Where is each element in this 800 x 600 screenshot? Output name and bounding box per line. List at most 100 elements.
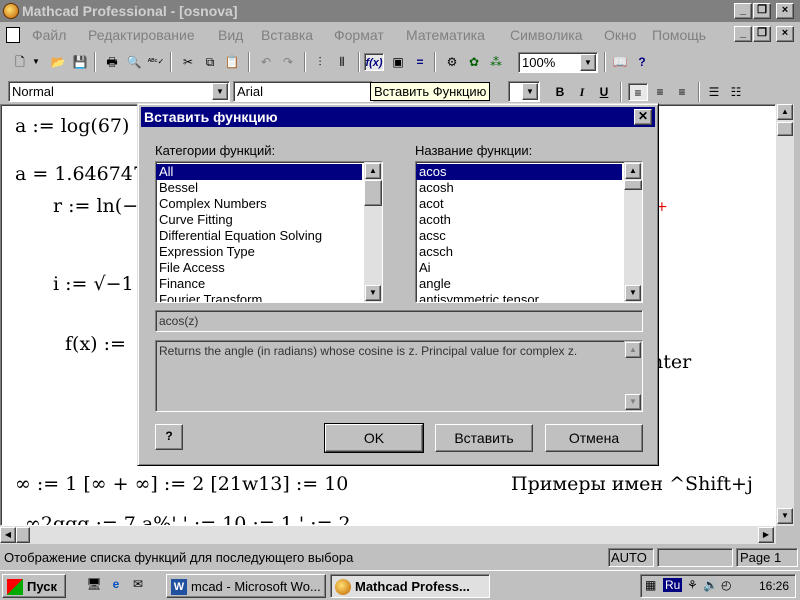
- align-right-icon[interactable]: ≡: [672, 83, 692, 101]
- clock-time[interactable]: 16:26: [759, 579, 789, 593]
- menu-edit[interactable]: Редактирование: [88, 27, 195, 43]
- categories-scroll-thumb[interactable]: [364, 180, 382, 206]
- text-name-examples[interactable]: Примеры имен ^Shift+j: [511, 473, 753, 495]
- equation-names[interactable]: ∞2qqq := 7 a%' ' := 10 := 1 ' := 2: [25, 513, 351, 525]
- menu-help[interactable]: Помощь: [652, 27, 706, 43]
- category-item[interactable]: Expression Type: [156, 244, 362, 260]
- insert-unit-icon[interactable]: ▣: [388, 53, 408, 71]
- insert-function-icon[interactable]: f(x): [364, 53, 384, 71]
- menu-file[interactable]: Файл: [32, 27, 66, 43]
- category-item[interactable]: Finance: [156, 276, 362, 292]
- chevron-down-icon[interactable]: ▼: [580, 54, 596, 71]
- redo-icon[interactable]: ↷: [278, 53, 298, 71]
- equation-i[interactable]: i := √−1: [53, 273, 134, 295]
- function-item[interactable]: angle: [416, 276, 622, 292]
- internet-explorer-icon[interactable]: e: [106, 575, 126, 593]
- category-item[interactable]: Bessel: [156, 180, 362, 196]
- align-left-icon[interactable]: ≡: [628, 83, 648, 101]
- font-select[interactable]: Arial: [233, 81, 373, 102]
- dialog-titlebar[interactable]: Вставить функцию ✕: [141, 107, 655, 127]
- menu-format[interactable]: Формат: [334, 27, 384, 43]
- ok-button[interactable]: OK: [324, 423, 424, 453]
- menu-window[interactable]: Окно: [604, 27, 637, 43]
- description-scrollbar[interactable]: ▲ ▼: [624, 341, 642, 411]
- category-item[interactable]: File Access: [156, 260, 362, 276]
- align-across-icon[interactable]: ⫶: [310, 53, 330, 71]
- menu-view[interactable]: Вид: [218, 27, 243, 43]
- italic-icon[interactable]: I: [572, 83, 592, 101]
- menu-symbolics[interactable]: Символика: [510, 27, 583, 43]
- tray-app-icon[interactable]: ▦: [645, 578, 656, 592]
- dialog-close-button[interactable]: ✕: [634, 109, 652, 125]
- scroll-up-icon[interactable]: ▲: [625, 163, 641, 179]
- chevron-down-icon[interactable]: ▼: [212, 83, 228, 100]
- window-titlebar[interactable]: Mathcad Professional - [osnova] _ ❐ ×: [0, 0, 800, 22]
- insert-button[interactable]: Вставить: [435, 424, 533, 452]
- equation-infinity[interactable]: ∞ := 1 [∞ + ∞] := 2 [21w13] := 10: [15, 473, 348, 495]
- cut-icon[interactable]: ✂: [178, 53, 198, 71]
- new-dropdown-icon[interactable]: ▼: [30, 53, 42, 71]
- align-down-icon[interactable]: ⫴: [332, 53, 352, 71]
- category-item[interactable]: Differential Equation Solving: [156, 228, 362, 244]
- document-icon[interactable]: [6, 27, 20, 43]
- equation-a-log[interactable]: a := log(67): [15, 115, 129, 137]
- tray-volume-icon[interactable]: 🔊: [703, 578, 718, 592]
- style-select[interactable]: Normal ▼: [8, 81, 230, 102]
- calculate-icon[interactable]: =: [410, 53, 430, 71]
- doc-minimize-button[interactable]: _: [734, 26, 752, 42]
- function-item[interactable]: Ai: [416, 260, 622, 276]
- print-icon[interactable]: 🖶: [102, 53, 122, 71]
- function-item[interactable]: acoth: [416, 212, 622, 228]
- function-item[interactable]: acot: [416, 196, 622, 212]
- result-a[interactable]: a = 1.646747: [15, 163, 145, 185]
- vertical-scrollbar[interactable]: ▲ ▼: [776, 104, 794, 526]
- show-desktop-icon[interactable]: 🖥: [84, 575, 104, 593]
- align-center-icon[interactable]: ≡: [650, 83, 670, 101]
- cancel-button[interactable]: Отмена: [545, 424, 643, 452]
- language-indicator[interactable]: Ru: [663, 578, 683, 592]
- quicksheets-icon[interactable]: ⁂: [486, 53, 506, 71]
- scroll-down-icon[interactable]: ▼: [625, 394, 641, 410]
- categories-list[interactable]: All Bessel Complex Numbers Curve Fitting…: [155, 161, 383, 303]
- function-item[interactable]: acsc: [416, 228, 622, 244]
- minimize-button[interactable]: _: [734, 3, 752, 19]
- doc-close-button[interactable]: ×: [776, 26, 794, 42]
- task-word[interactable]: W mcad - Microsoft Wo...: [166, 574, 326, 598]
- scroll-right-icon[interactable]: ▶: [758, 527, 774, 543]
- equation-f[interactable]: f(x) :=: [65, 333, 126, 355]
- spellcheck-icon[interactable]: ᴬᴮᶜ✓: [146, 53, 166, 71]
- doc-restore-button[interactable]: ❐: [753, 26, 771, 42]
- scroll-left-icon[interactable]: ◀: [0, 527, 16, 543]
- component-icon[interactable]: ⚙: [442, 53, 462, 71]
- scroll-down-icon[interactable]: ▼: [365, 285, 381, 301]
- category-item[interactable]: Curve Fitting: [156, 212, 362, 228]
- functions-list[interactable]: acos acosh acot acoth acsc acsch Ai angl…: [415, 161, 643, 303]
- hscroll-thumb[interactable]: [16, 527, 30, 543]
- menu-insert[interactable]: Вставка: [261, 27, 313, 43]
- help-icon[interactable]: ?: [632, 53, 652, 71]
- open-folder-icon[interactable]: 📂: [48, 53, 68, 71]
- underline-icon[interactable]: U: [594, 83, 614, 101]
- equation-r[interactable]: r := ln(−: [53, 195, 138, 217]
- bullets-icon[interactable]: ☰: [704, 83, 724, 101]
- save-icon[interactable]: 💾: [70, 53, 90, 71]
- scroll-up-icon[interactable]: ▲: [777, 104, 793, 120]
- undo-icon[interactable]: ↶: [256, 53, 276, 71]
- scroll-down-icon[interactable]: ▼: [777, 508, 793, 524]
- resource-center-icon[interactable]: ✿: [464, 53, 484, 71]
- context-help-icon[interactable]: ?: [155, 424, 183, 450]
- function-item[interactable]: antisymmetric tensor: [416, 292, 622, 302]
- chevron-down-icon[interactable]: ▼: [522, 83, 538, 100]
- font-size-select[interactable]: ▼: [508, 81, 540, 102]
- outlook-express-icon[interactable]: ✉: [128, 575, 148, 593]
- functions-scroll-thumb[interactable]: [624, 180, 642, 190]
- print-preview-icon[interactable]: 🔍: [124, 53, 144, 71]
- tray-clock-icon[interactable]: ◴: [721, 578, 731, 592]
- zoom-select[interactable]: 100% ▼: [518, 52, 598, 73]
- horizontal-scrollbar[interactable]: ◀ ▶: [0, 526, 776, 544]
- scroll-up-icon[interactable]: ▲: [365, 163, 381, 179]
- close-button[interactable]: ×: [776, 3, 794, 19]
- category-item[interactable]: All: [156, 164, 362, 180]
- resources-book-icon[interactable]: 📖: [610, 53, 630, 71]
- scroll-down-icon[interactable]: ▼: [625, 285, 641, 301]
